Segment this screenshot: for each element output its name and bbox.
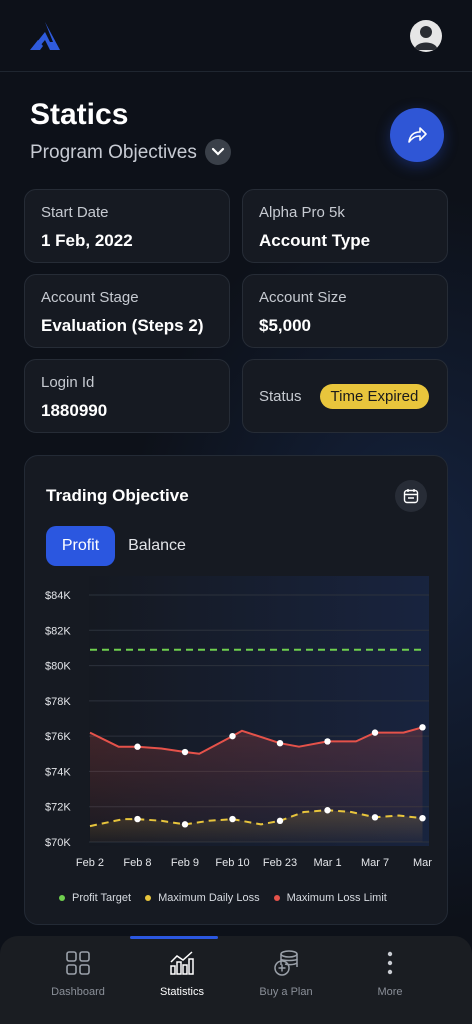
tab-profit[interactable]: Profit <box>46 526 115 566</box>
tab-balance[interactable]: Balance <box>121 526 193 566</box>
start-date-value: 1 Feb, 2022 <box>41 231 133 250</box>
login-id-value: 1880990 <box>41 401 108 420</box>
account-stage-label: Account Stage <box>41 289 139 306</box>
data-point <box>371 814 379 821</box>
x-tick-label: Mar 1 <box>313 857 341 869</box>
data-point <box>419 814 426 822</box>
account-type-card: Alpha Pro 5k Account Type <box>242 189 448 263</box>
user-avatar-icon[interactable] <box>410 20 442 52</box>
login-id-card: Login Id 1880990 <box>24 359 230 433</box>
x-tick-label: Mar 7 <box>361 857 389 869</box>
status-label: Status <box>259 387 302 405</box>
page-title: Statics <box>30 98 129 131</box>
data-point <box>276 817 284 825</box>
chevron-down-icon[interactable] <box>205 139 231 165</box>
y-tick-label: $72K <box>45 802 71 814</box>
dashboard-grid-icon <box>63 948 93 978</box>
x-tick-label: Feb 10 <box>215 857 249 869</box>
account-size-label: Account Size <box>259 289 347 306</box>
data-point <box>324 807 331 814</box>
legend-max-daily-loss: Maximum Daily Loss <box>145 892 260 904</box>
x-tick-label: Feb 23 <box>263 857 297 869</box>
nav-more-label: More <box>377 986 403 998</box>
y-tick-label: $84K <box>45 590 71 602</box>
legend-label-profit-target: Profit Target <box>72 892 132 904</box>
nav-statistics[interactable]: Statistics <box>130 936 234 1024</box>
legend-dot-max-daily-loss <box>145 895 152 901</box>
trading-objective-title: Trading Objective <box>46 486 189 505</box>
legend-max-loss-limit: Maximum Loss Limit <box>273 892 387 904</box>
data-point <box>419 724 426 731</box>
account-stage-card: Account Stage Evaluation (Steps 2) <box>24 274 230 348</box>
legend-label-max-daily-loss: Maximum Daily Loss <box>158 892 260 904</box>
y-tick-label: $74K <box>45 766 71 778</box>
statistics-chart-icon <box>167 948 197 978</box>
y-tick-label: $82K <box>45 625 71 637</box>
x-tick-label: Feb 9 <box>171 857 199 869</box>
chart-legend: Profit Target Maximum Daily Loss Maximum… <box>59 892 401 904</box>
data-point <box>181 821 189 828</box>
y-tick-label: $70K <box>45 837 71 849</box>
status-badge: Time Expired <box>319 383 430 409</box>
coins-plus-icon <box>271 948 301 978</box>
data-point <box>229 732 236 740</box>
top-bar <box>0 0 472 72</box>
x-tick-label: Feb 2 <box>76 857 104 869</box>
more-vertical-icon <box>375 948 405 978</box>
nav-dashboard-label: Dashboard <box>51 986 105 998</box>
nav-buy-a-plan[interactable]: Buy a Plan <box>234 936 338 1024</box>
legend-dot-max-loss-limit <box>273 895 280 901</box>
legend-profit-target: Profit Target <box>59 892 131 904</box>
nav-dashboard[interactable]: Dashboard <box>26 936 130 1024</box>
start-date-label: Start Date <box>41 204 109 221</box>
share-arrow-icon <box>408 127 427 143</box>
brand-logo[interactable] <box>28 20 62 52</box>
start-date-card: Start Date 1 Feb, 2022 <box>24 189 230 263</box>
data-point <box>324 738 331 745</box>
login-id-label: Login Id <box>41 374 95 391</box>
account-type-label: Alpha Pro 5k <box>259 204 345 221</box>
account-size-value: $5,000 <box>259 316 311 335</box>
data-point <box>181 748 189 756</box>
y-tick-label: $76K <box>45 731 71 743</box>
data-point <box>229 815 236 823</box>
calendar-icon[interactable] <box>395 480 427 512</box>
trading-objective-chart: $84K $82K $80K $78K $76K $74K $72K $70K Feb 2 Fe… <box>45 576 432 869</box>
account-type-value: Account Type <box>259 231 371 250</box>
bottom-navigation: Dashboard Statistics Buy a Plan More <box>0 936 472 1024</box>
data-point <box>134 743 141 750</box>
x-tick-label: Mar <box>413 857 432 869</box>
nav-buy-a-plan-label: Buy a Plan <box>259 986 313 998</box>
nav-more[interactable]: More <box>338 936 442 1024</box>
program-objectives-label: Program Objectives <box>30 142 197 163</box>
data-point <box>134 815 141 823</box>
x-tick-label: Feb 8 <box>123 857 151 869</box>
y-tick-label: $80K <box>45 661 71 673</box>
status-card: Status Time Expired <box>242 359 448 433</box>
account-stage-value: Evaluation (Steps 2) <box>41 316 204 335</box>
account-size-card: Account Size $5,000 <box>242 274 448 348</box>
share-button[interactable] <box>390 108 444 162</box>
nav-statistics-label: Statistics <box>159 986 204 998</box>
legend-label-max-loss-limit: Maximum Loss Limit <box>286 892 387 904</box>
trading-objective-card: Trading Objective Profit Balance $84K $8… <box>24 455 448 925</box>
data-point <box>371 729 379 736</box>
y-tick-label: $78K <box>45 696 71 708</box>
legend-dot-profit-target <box>59 895 65 901</box>
data-point <box>276 740 284 747</box>
